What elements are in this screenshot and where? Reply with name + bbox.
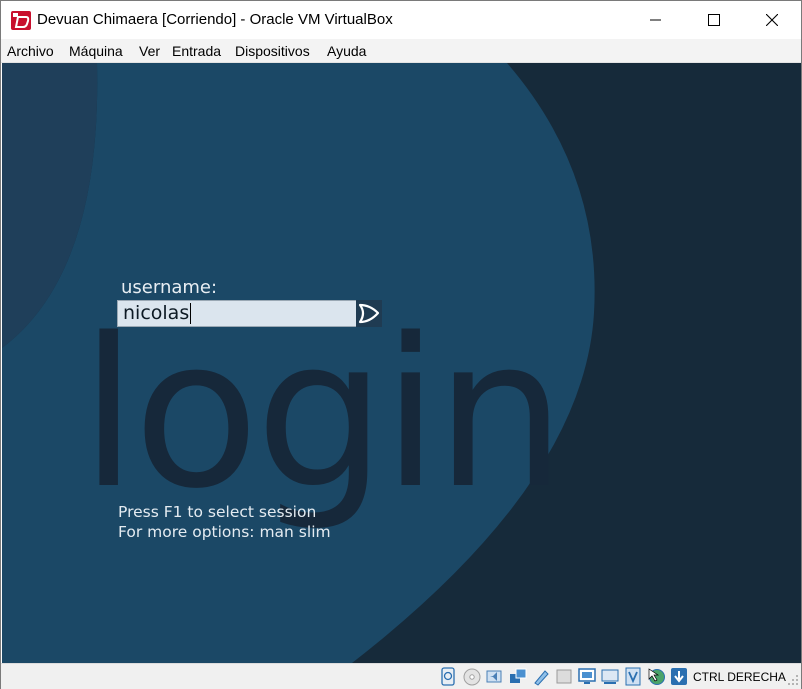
title-bar[interactable]: Devuan Chimaera [Corriendo] - Oracle VM … [1,1,801,39]
menu-bar: Archivo Máquina Ver Entrada Dispositivos… [1,39,801,63]
username-input[interactable]: nicolas [117,300,357,327]
virtualbox-window: Devuan Chimaera [Corriendo] - Oracle VM … [0,0,802,689]
login-submit-button[interactable] [356,300,382,327]
close-icon [766,14,778,26]
username-value: nicolas [123,302,190,324]
mouse-integration-icon[interactable] [647,667,665,686]
display-icon[interactable] [578,667,596,686]
login-watermark: login [80,294,566,534]
menu-maquina[interactable]: Máquina [69,43,123,59]
virtualbox-app-icon[interactable] [11,11,31,30]
vm-display[interactable]: login username: nicolas Press F1 to sele… [2,63,801,663]
usb-icon[interactable] [532,667,550,686]
keyboard-capture-icon[interactable] [670,667,688,686]
host-key-label: CTRL DERECHA [693,670,786,684]
optical-drive-icon[interactable] [463,667,481,686]
status-bar: CTRL DERECHA [1,663,801,689]
audio-icon[interactable] [486,667,504,686]
network-icon[interactable] [509,667,527,686]
shared-folders-icon[interactable] [555,667,573,686]
close-button[interactable] [743,1,801,39]
session-hint: Press F1 to select session [118,503,317,521]
menu-ver[interactable]: Ver [139,43,160,59]
text-caret [190,303,192,324]
maximize-icon [708,14,720,26]
virtualization-icon[interactable] [624,667,642,686]
options-hint: For more options: man slim [118,523,331,541]
menu-ayuda[interactable]: Ayuda [327,43,366,59]
maximize-button[interactable] [685,1,743,39]
menu-dispositivos[interactable]: Dispositivos [235,43,310,59]
hard-disk-icon[interactable] [439,667,457,686]
minimize-button[interactable] [627,1,685,39]
video-capture-icon[interactable] [601,667,619,686]
menu-entrada[interactable]: Entrada [172,43,221,59]
resize-grip-icon[interactable] [787,674,799,686]
menu-archivo[interactable]: Archivo [7,43,54,59]
minimize-icon [650,19,661,21]
arrow-right-icon [358,303,380,324]
window-title: Devuan Chimaera [Corriendo] - Oracle VM … [37,11,393,28]
username-label: username: [121,277,218,298]
